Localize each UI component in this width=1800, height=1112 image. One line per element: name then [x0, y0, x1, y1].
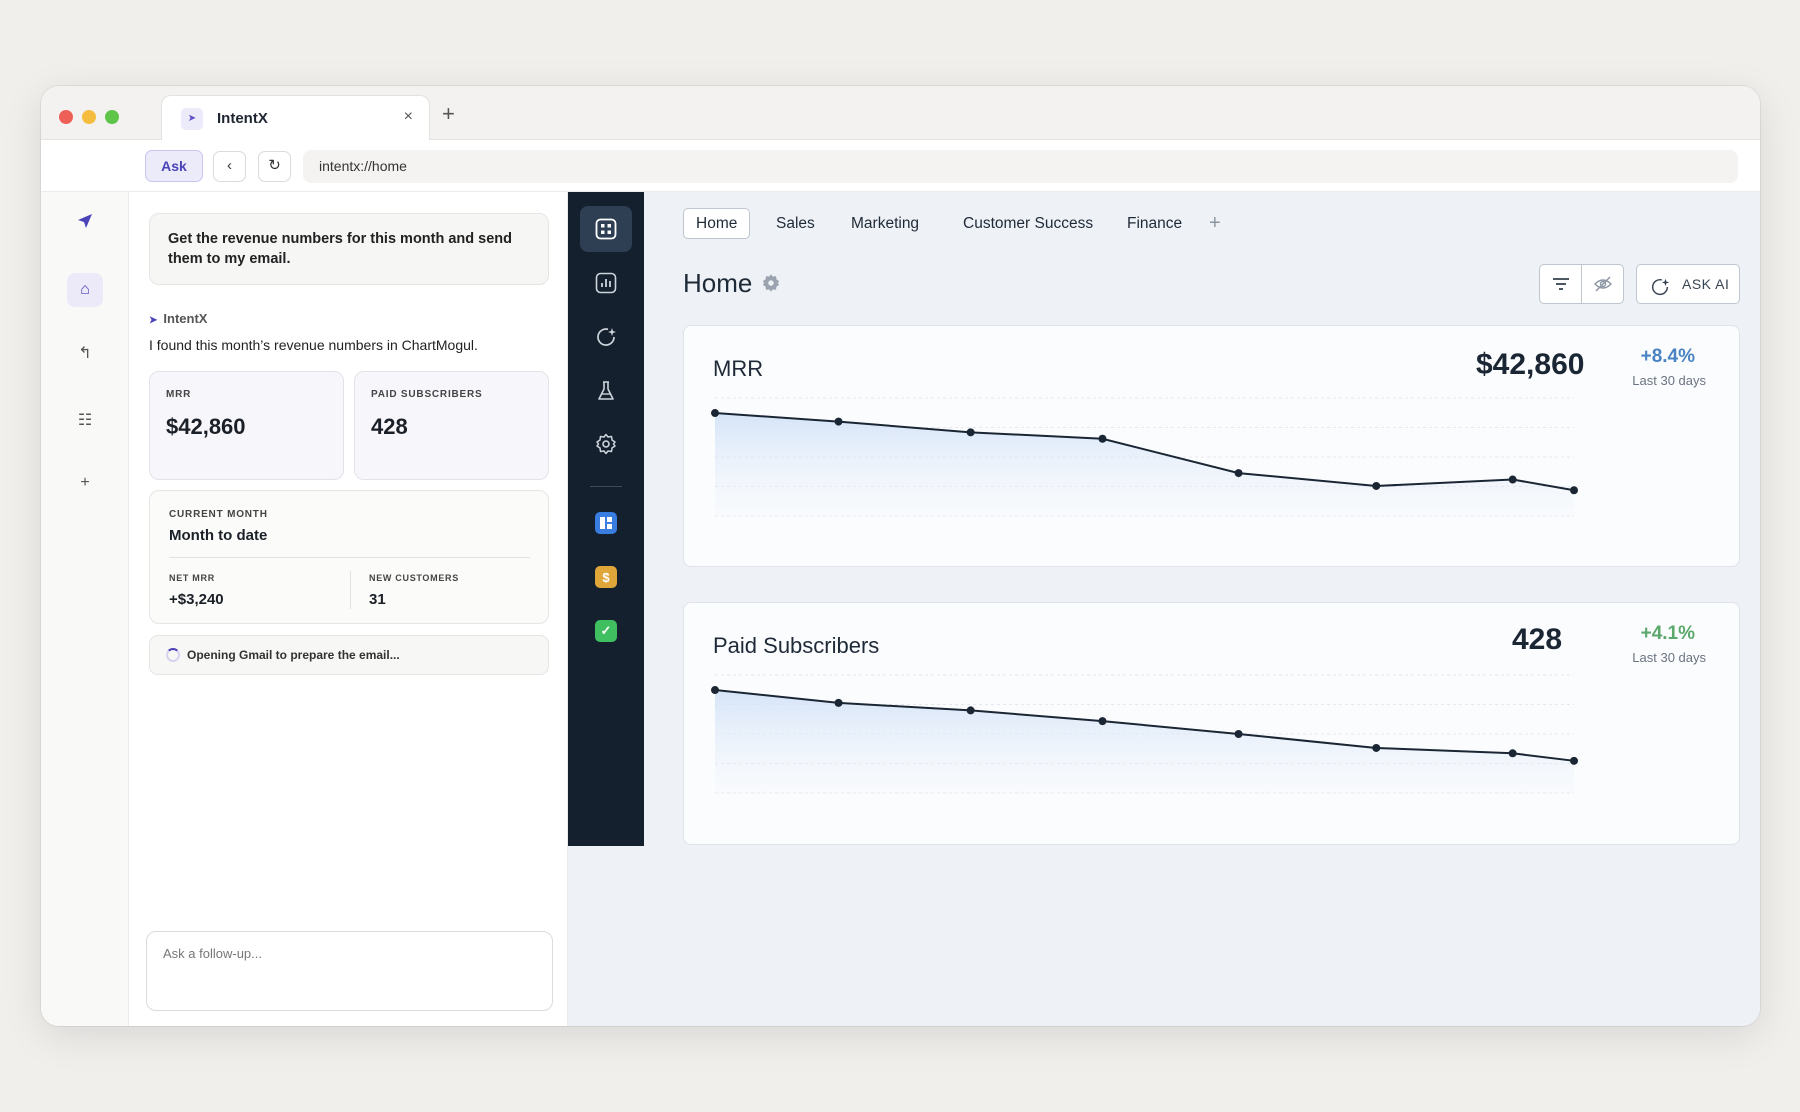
maximize-window-button[interactable]: [105, 110, 119, 124]
dashboard-icon[interactable]: [580, 206, 632, 252]
new-customers-value: 31: [369, 591, 386, 608]
url-input[interactable]: intentx://home: [303, 150, 1738, 183]
tab-close-icon[interactable]: ×: [404, 108, 413, 126]
data-point[interactable]: [1570, 486, 1578, 495]
app-sidebar: $ ✓: [568, 192, 644, 846]
status-message: Opening Gmail to prepare the email...: [149, 635, 549, 675]
data-point[interactable]: [1098, 717, 1107, 726]
net-mrr-value: +$3,240: [169, 591, 224, 608]
minimize-window-button[interactable]: [82, 110, 96, 124]
divider: [350, 571, 351, 609]
stat-label: MRR: [166, 389, 192, 400]
back-button[interactable]: ‹: [213, 151, 246, 182]
tab-sales[interactable]: Sales: [776, 208, 815, 239]
browser-tab[interactable]: ➤ IntentX ×: [161, 95, 430, 141]
intentx-mark-icon: ➤: [149, 315, 158, 326]
tab-customer-success[interactable]: Customer Success: [963, 208, 1093, 239]
history-icon[interactable]: ↰: [67, 337, 103, 371]
new-customers-label: NEW CUSTOMERS: [369, 573, 459, 583]
series-area: [715, 413, 1574, 516]
mrr-line-chart: [711, 397, 1578, 517]
chat-panel: Get the revenue numbers for this month a…: [129, 192, 568, 1026]
data-point[interactable]: [711, 409, 719, 418]
data-point[interactable]: [711, 686, 719, 695]
board-app-icon[interactable]: [580, 500, 632, 546]
home-icon[interactable]: ⌂: [67, 273, 103, 307]
stat-value: $42,860: [166, 414, 246, 439]
filter-button[interactable]: [1540, 265, 1582, 303]
settings-icon[interactable]: [580, 421, 632, 467]
followup-input[interactable]: [146, 931, 553, 1011]
reload-button[interactable]: ↻: [258, 151, 291, 182]
ai-sparkle-icon[interactable]: [580, 314, 632, 360]
net-mrr-label: NET MRR: [169, 573, 215, 583]
agent-name: ➤ IntentX: [149, 311, 207, 326]
status-text: Opening Gmail to prepare the email...: [187, 648, 400, 662]
ask-ai-button[interactable]: ASK AI: [1636, 264, 1740, 304]
title-bar: ➤ IntentX × +: [41, 86, 1760, 141]
month-label: CURRENT MONTH: [169, 509, 268, 520]
bar-chart-icon[interactable]: [580, 260, 632, 306]
data-point[interactable]: [1570, 756, 1578, 765]
data-point[interactable]: [1508, 475, 1517, 484]
mrr-stat-card: MRR $42,860: [149, 371, 344, 480]
address-bar: Ask ‹ ↻ intentx://home: [41, 140, 1760, 192]
page-title: Home: [683, 268, 753, 298]
data-point[interactable]: [966, 706, 975, 715]
intentx-arrow-icon[interactable]: [67, 208, 103, 242]
hide-icon[interactable]: [1582, 265, 1624, 303]
subscribers-chart-card: Paid Subscribers 428 +4.1% Last 30 days: [683, 602, 1740, 845]
divider: [169, 557, 530, 558]
mrr-chart-card: MRR $42,860 +8.4% Last 30 days: [683, 325, 1740, 567]
series-area: [715, 690, 1574, 793]
current-month-card: CURRENT MONTH Month to date NET MRR +$3,…: [149, 490, 549, 624]
month-title: Month to date: [169, 527, 268, 544]
data-point[interactable]: [1234, 730, 1243, 738]
close-window-button[interactable]: [59, 110, 73, 124]
dashboard-app: $ ✓ Home Sales Marketing Customer Succes…: [568, 192, 1760, 1026]
data-point[interactable]: [966, 428, 975, 437]
ask-ai-label: ASK AI: [1682, 276, 1730, 292]
flask-icon[interactable]: [580, 368, 632, 414]
data-point[interactable]: [834, 417, 843, 426]
list-icon[interactable]: ☷: [67, 404, 103, 438]
new-tab-button[interactable]: +: [442, 101, 455, 127]
subscribers-line-chart: [711, 674, 1578, 794]
dollar-app-icon[interactable]: $: [580, 554, 632, 600]
intentx-logo-icon: ➤: [181, 108, 203, 130]
divider: [590, 486, 622, 487]
data-point[interactable]: [1234, 469, 1243, 478]
agent-name-label: IntentX: [163, 311, 208, 326]
tab-finance[interactable]: Finance: [1127, 208, 1182, 239]
page-settings-icon[interactable]: [761, 273, 781, 298]
data-point[interactable]: [834, 698, 843, 707]
add-icon[interactable]: +: [67, 466, 103, 500]
data-point[interactable]: [1372, 743, 1381, 752]
stat-label: PAID SUBSCRIBERS: [371, 389, 483, 400]
user-message: Get the revenue numbers for this month a…: [149, 213, 549, 285]
left-rail: ⌂ ↰ ☷ +: [41, 192, 129, 1026]
data-point[interactable]: [1372, 481, 1381, 490]
add-tab-button[interactable]: +: [1209, 208, 1221, 239]
view-toolbar: [1539, 264, 1624, 304]
ask-button[interactable]: Ask: [145, 150, 203, 182]
ai-sparkle-icon: [1649, 274, 1671, 312]
browser-window: ➤ IntentX × + Ask ‹ ↻ intentx://home ⌂ ↰…: [41, 86, 1760, 1026]
tab-title: IntentX: [217, 110, 268, 127]
stat-value: 428: [371, 414, 408, 439]
subscribers-stat-card: PAID SUBSCRIBERS 428: [354, 371, 549, 480]
check-app-icon[interactable]: ✓: [580, 608, 632, 654]
agent-message: I found this month’s revenue numbers in …: [149, 337, 478, 353]
data-point[interactable]: [1508, 749, 1517, 758]
tab-home[interactable]: Home: [683, 208, 751, 239]
data-point[interactable]: [1098, 434, 1107, 443]
tab-marketing[interactable]: Marketing: [851, 208, 919, 239]
spinner-icon: [166, 648, 180, 662]
